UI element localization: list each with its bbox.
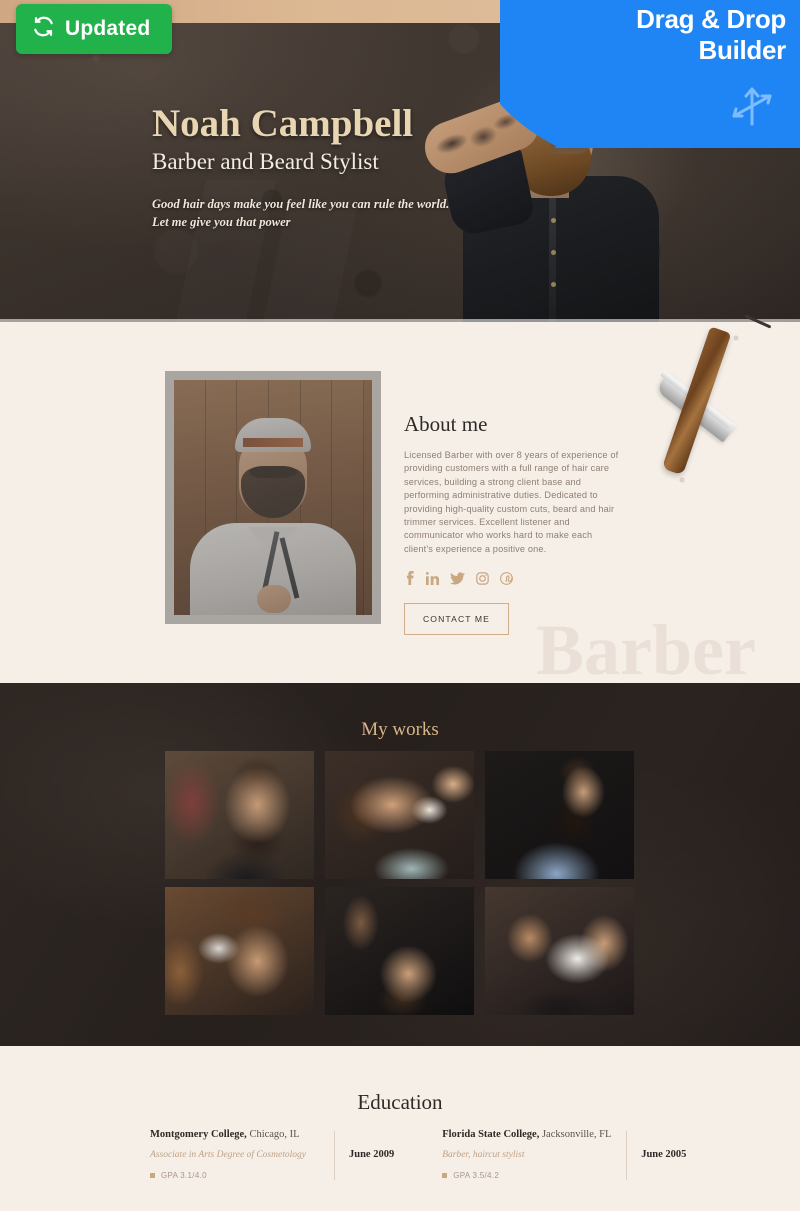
works-gallery-grid [165, 751, 635, 1015]
gallery-item[interactable] [325, 751, 474, 879]
education-date: June 2009 [349, 1149, 395, 1160]
social-links [404, 571, 620, 586]
about-portrait-image [174, 380, 372, 615]
education-school-city: Chicago, IL [246, 1129, 300, 1140]
hero-subtitle: Barber and Beard Stylist [152, 149, 379, 174]
gallery-item[interactable] [165, 751, 314, 879]
ribbon-text: Drag & Drop Builder [636, 4, 786, 66]
updated-badge[interactable]: Updated [16, 4, 173, 54]
education-school-name: Florida State College, [442, 1129, 540, 1140]
education-school: Montgomery College, Chicago, IL [150, 1129, 320, 1140]
gallery-image [485, 887, 634, 1015]
hero-tagline: Good hair days make you feel like you ca… [152, 197, 450, 229]
razor-pivot-pin [734, 336, 738, 340]
twitter-icon[interactable] [450, 572, 465, 585]
gallery-item[interactable] [485, 751, 634, 879]
about-text-block: About me Licensed Barber with over 8 yea… [404, 412, 620, 636]
education-divider [626, 1131, 628, 1180]
education-entries: Montgomery College, Chicago, IL Associat… [150, 1129, 686, 1180]
portrait-grayscale-overlay [174, 380, 372, 615]
education-gpa: GPA 3.1/4.0 [161, 1171, 207, 1180]
facebook-icon[interactable] [404, 571, 415, 586]
education-gpa-row: GPA 3.5/4.2 [442, 1171, 612, 1180]
education-gpa: GPA 3.5/4.2 [453, 1171, 500, 1180]
pinterest-icon[interactable] [500, 571, 513, 585]
bullet-icon [150, 1173, 155, 1178]
linkedin-icon[interactable] [426, 571, 439, 585]
template-preview-page: Noah Campbell Barber and Beard Stylist G… [0, 0, 800, 1211]
shirt-button [551, 282, 556, 287]
education-entry: Florida State College, Jacksonville, FL … [442, 1129, 686, 1180]
ribbon-line-2: Builder [698, 35, 787, 65]
bullet-icon [442, 1173, 448, 1178]
updated-badge-label: Updated [65, 17, 151, 40]
education-entry-main: Florida State College, Jacksonville, FL … [442, 1129, 612, 1180]
gallery-image [325, 751, 474, 879]
about-heading: About me [404, 412, 488, 436]
page-title: Noah Campbell [152, 102, 414, 145]
about-body-text: Licensed Barber with over 8 years of exp… [404, 450, 619, 554]
gallery-image [485, 751, 634, 879]
education-divider [334, 1131, 335, 1180]
straight-razor-graphic [648, 314, 798, 498]
gallery-item[interactable] [485, 887, 634, 1015]
education-school-city: Jacksonville, FL [539, 1129, 612, 1140]
move-arrows-icon [726, 80, 778, 137]
instagram-icon[interactable] [476, 571, 489, 585]
shirt-button [551, 218, 556, 223]
gallery-image [165, 751, 314, 879]
gallery-image [325, 887, 474, 1015]
education-degree: Barber, haircut stylist [442, 1150, 525, 1160]
education-entry: Montgomery College, Chicago, IL Associat… [150, 1129, 394, 1180]
about-portrait-frame [165, 371, 381, 624]
refresh-sync-icon [32, 15, 55, 43]
hero-copy: Noah Campbell Barber and Beard Stylist G… [152, 103, 452, 231]
gallery-item[interactable] [325, 887, 474, 1015]
drag-and-drop-ribbon[interactable]: Drag & Drop Builder [500, 0, 800, 148]
ribbon-line-1: Drag & Drop [636, 4, 786, 34]
education-gpa-row: GPA 3.1/4.0 [150, 1171, 320, 1180]
gallery-image [165, 887, 314, 1015]
shirt-button [551, 250, 556, 255]
works-heading: My works [361, 719, 439, 740]
education-heading: Education [357, 1090, 443, 1114]
razor-end-pin [680, 478, 684, 482]
gallery-item[interactable] [165, 887, 314, 1015]
education-entry-main: Montgomery College, Chicago, IL Associat… [150, 1129, 320, 1180]
education-school-name: Montgomery College, [150, 1129, 247, 1140]
education-school: Florida State College, Jacksonville, FL [442, 1129, 612, 1140]
education-degree: Associate in Arts Degree of Cosmetology [150, 1150, 306, 1160]
education-date: June 2005 [641, 1149, 687, 1160]
contact-me-button[interactable]: CONTACT ME [404, 603, 510, 636]
